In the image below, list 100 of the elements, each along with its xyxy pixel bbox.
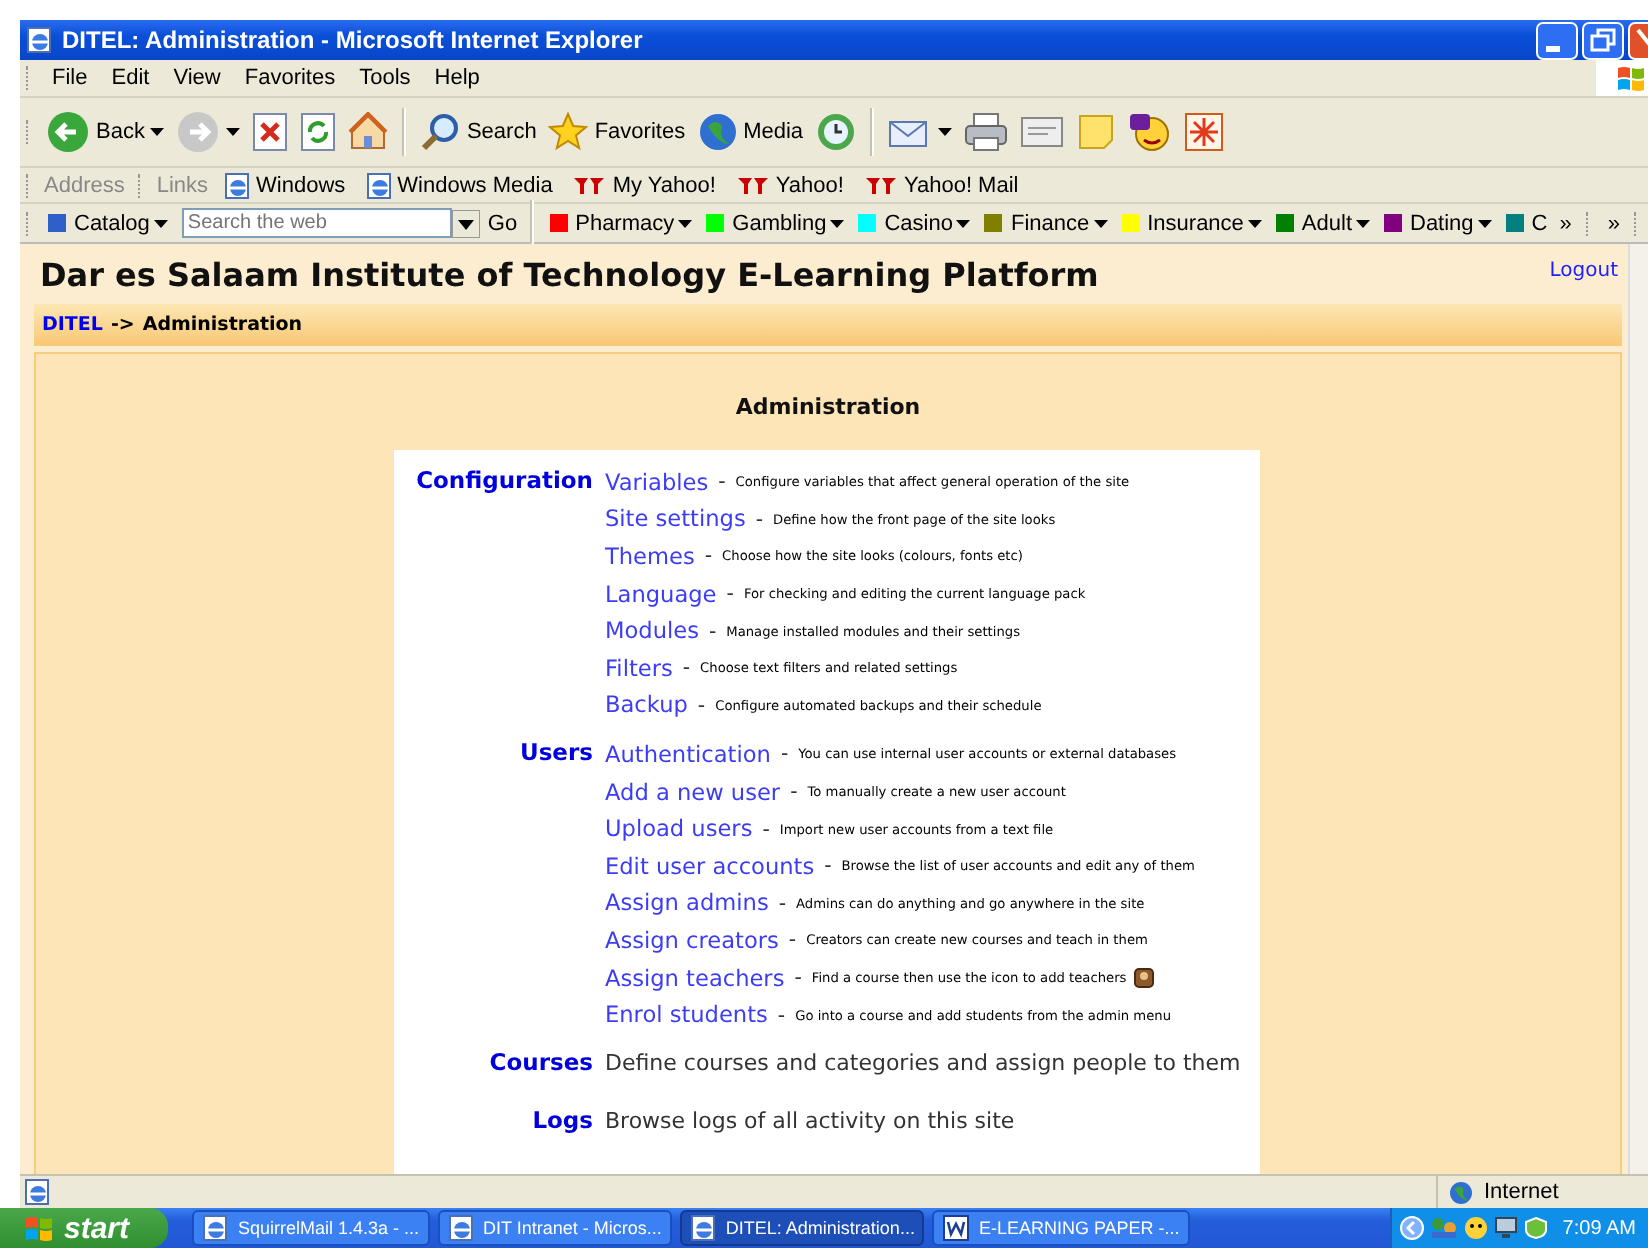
menu-item[interactable]: Edit bbox=[99, 66, 162, 90]
category-button[interactable]: Finance bbox=[976, 211, 1094, 235]
admin-link[interactable]: Backup bbox=[605, 692, 688, 719]
breadcrumb-link[interactable]: DITEL bbox=[42, 314, 103, 336]
admin-link[interactable]: Add a new user bbox=[605, 779, 781, 806]
admin-link[interactable]: Themes bbox=[605, 543, 695, 570]
dropdown-icon bbox=[451, 209, 480, 237]
dash-separator: - bbox=[706, 619, 719, 644]
restore-button[interactable] bbox=[1582, 21, 1624, 59]
menu-item[interactable]: Help bbox=[422, 66, 492, 90]
yahoo-icon bbox=[735, 175, 772, 195]
caret-icon bbox=[1477, 219, 1492, 227]
printer-icon bbox=[963, 112, 1008, 152]
admin-link[interactable]: Variables bbox=[605, 469, 709, 496]
taskbar-button[interactable]: E-LEARNING PAPER -... bbox=[932, 1210, 1190, 1246]
taskbar-button[interactable]: SquirrelMail 1.4.3a - ... bbox=[192, 1210, 430, 1246]
browser-page-icon bbox=[365, 171, 394, 199]
admin-link[interactable]: Authentication bbox=[605, 741, 771, 768]
globe-icon bbox=[697, 112, 738, 152]
admin-link[interactable]: Enrol students bbox=[605, 1002, 768, 1029]
section-description: Browse logs of all activity on this site bbox=[605, 1105, 1015, 1138]
caret-icon bbox=[1093, 219, 1108, 227]
breadcrumb-separator: -> bbox=[110, 314, 135, 336]
logout-link[interactable]: Logout bbox=[1549, 252, 1618, 282]
word-document-icon bbox=[942, 1214, 971, 1242]
catalog-button[interactable]: Catalog bbox=[40, 211, 154, 235]
caret-icon bbox=[956, 219, 971, 227]
admin-link[interactable]: Modules bbox=[605, 618, 699, 645]
dash-separator: - bbox=[776, 891, 789, 916]
menu-item[interactable]: Tools bbox=[347, 66, 423, 90]
admin-link[interactable]: Assign admins bbox=[605, 890, 769, 917]
page-heading: Administration bbox=[735, 394, 921, 420]
link-button[interactable]: Windows bbox=[216, 171, 354, 199]
globe-icon bbox=[1448, 1179, 1474, 1205]
breadcrumb-current: Administration bbox=[142, 314, 303, 336]
minimize-button[interactable] bbox=[1536, 21, 1578, 59]
search-field[interactable]: Search the web bbox=[181, 208, 452, 238]
category-button[interactable]: C bbox=[1497, 211, 1552, 235]
category-button[interactable]: Pharmacy bbox=[541, 211, 679, 235]
admin-link[interactable]: Upload users bbox=[605, 816, 753, 843]
start-button[interactable]: start bbox=[0, 1208, 168, 1248]
zone-label: Internet bbox=[1484, 1180, 1559, 1204]
menu-item[interactable]: File bbox=[40, 66, 100, 90]
caret-icon bbox=[150, 128, 165, 136]
search-button[interactable]: Search bbox=[414, 104, 543, 160]
tray-monitor-icon[interactable] bbox=[1494, 1216, 1519, 1240]
category-button[interactable]: Adult bbox=[1267, 211, 1356, 235]
messenger-icon bbox=[1127, 112, 1172, 152]
more-button[interactable]: » bbox=[1599, 211, 1628, 235]
dash-separator: - bbox=[753, 507, 766, 532]
link-button[interactable]: My Yahoo! bbox=[564, 173, 724, 197]
media-button[interactable]: Media bbox=[691, 104, 810, 160]
more-button[interactable]: » bbox=[1551, 211, 1580, 235]
link-button[interactable]: Windows Media bbox=[357, 171, 561, 199]
dash-separator: - bbox=[792, 966, 804, 991]
admin-link[interactable]: Assign creators bbox=[605, 927, 779, 954]
caret-icon bbox=[1247, 219, 1262, 227]
category-button[interactable]: Dating bbox=[1376, 211, 1478, 235]
tray-shield-icon[interactable] bbox=[1524, 1216, 1549, 1240]
forward-icon bbox=[176, 110, 221, 154]
category-button[interactable]: Gambling bbox=[698, 211, 831, 235]
window-title: DITEL: Administration - Microsoft Internet Explorer bbox=[62, 26, 643, 54]
admin-link[interactable]: Assign teachers bbox=[605, 965, 785, 992]
back-button[interactable]: Back bbox=[40, 104, 151, 160]
section-heading: Users bbox=[518, 736, 593, 771]
clock: 7:09 AM bbox=[1562, 1217, 1636, 1239]
link-button[interactable]: Yahoo! Mail bbox=[855, 173, 1027, 197]
home-icon bbox=[348, 112, 389, 152]
dash-separator: - bbox=[786, 928, 799, 953]
admin-link[interactable]: Site settings bbox=[605, 506, 746, 533]
admin-link[interactable]: Filters bbox=[605, 655, 673, 682]
stop-icon bbox=[252, 112, 289, 152]
go-button[interactable]: Go bbox=[479, 211, 522, 235]
dash-separator: - bbox=[695, 693, 708, 718]
category-button[interactable]: Casino bbox=[850, 211, 957, 235]
admin-link[interactable]: Edit user accounts bbox=[605, 853, 815, 880]
caret-icon bbox=[153, 219, 168, 227]
scrollbar[interactable] bbox=[1628, 244, 1648, 1174]
windows-flag-icon bbox=[1616, 62, 1648, 94]
dash-separator: - bbox=[788, 780, 800, 805]
menu-item[interactable]: Favorites bbox=[232, 66, 348, 90]
dash-separator: - bbox=[778, 742, 791, 767]
yahoo-icon bbox=[572, 175, 609, 195]
dash-separator: - bbox=[680, 656, 693, 681]
admin-link[interactable]: Language bbox=[605, 581, 717, 608]
section-heading: Logs bbox=[530, 1103, 593, 1138]
category-button[interactable]: Insurance bbox=[1113, 211, 1248, 235]
favorites-button[interactable]: Favorites bbox=[542, 104, 692, 160]
dash-separator: - bbox=[822, 854, 834, 879]
close-button[interactable] bbox=[1628, 21, 1648, 59]
page-icon bbox=[24, 1178, 52, 1206]
link-button[interactable]: Yahoo! bbox=[727, 173, 852, 197]
history-icon bbox=[815, 112, 856, 152]
dash-separator: - bbox=[775, 1003, 788, 1028]
taskbar-button[interactable]: DIT Intranet - Micros... bbox=[437, 1210, 672, 1246]
edit-icon bbox=[1019, 114, 1064, 150]
menu-item[interactable]: View bbox=[161, 66, 233, 90]
tray-messenger-icon[interactable] bbox=[1464, 1216, 1489, 1240]
dash-separator: - bbox=[702, 544, 715, 569]
taskbar-button[interactable]: DITEL: Administration... bbox=[679, 1210, 925, 1246]
